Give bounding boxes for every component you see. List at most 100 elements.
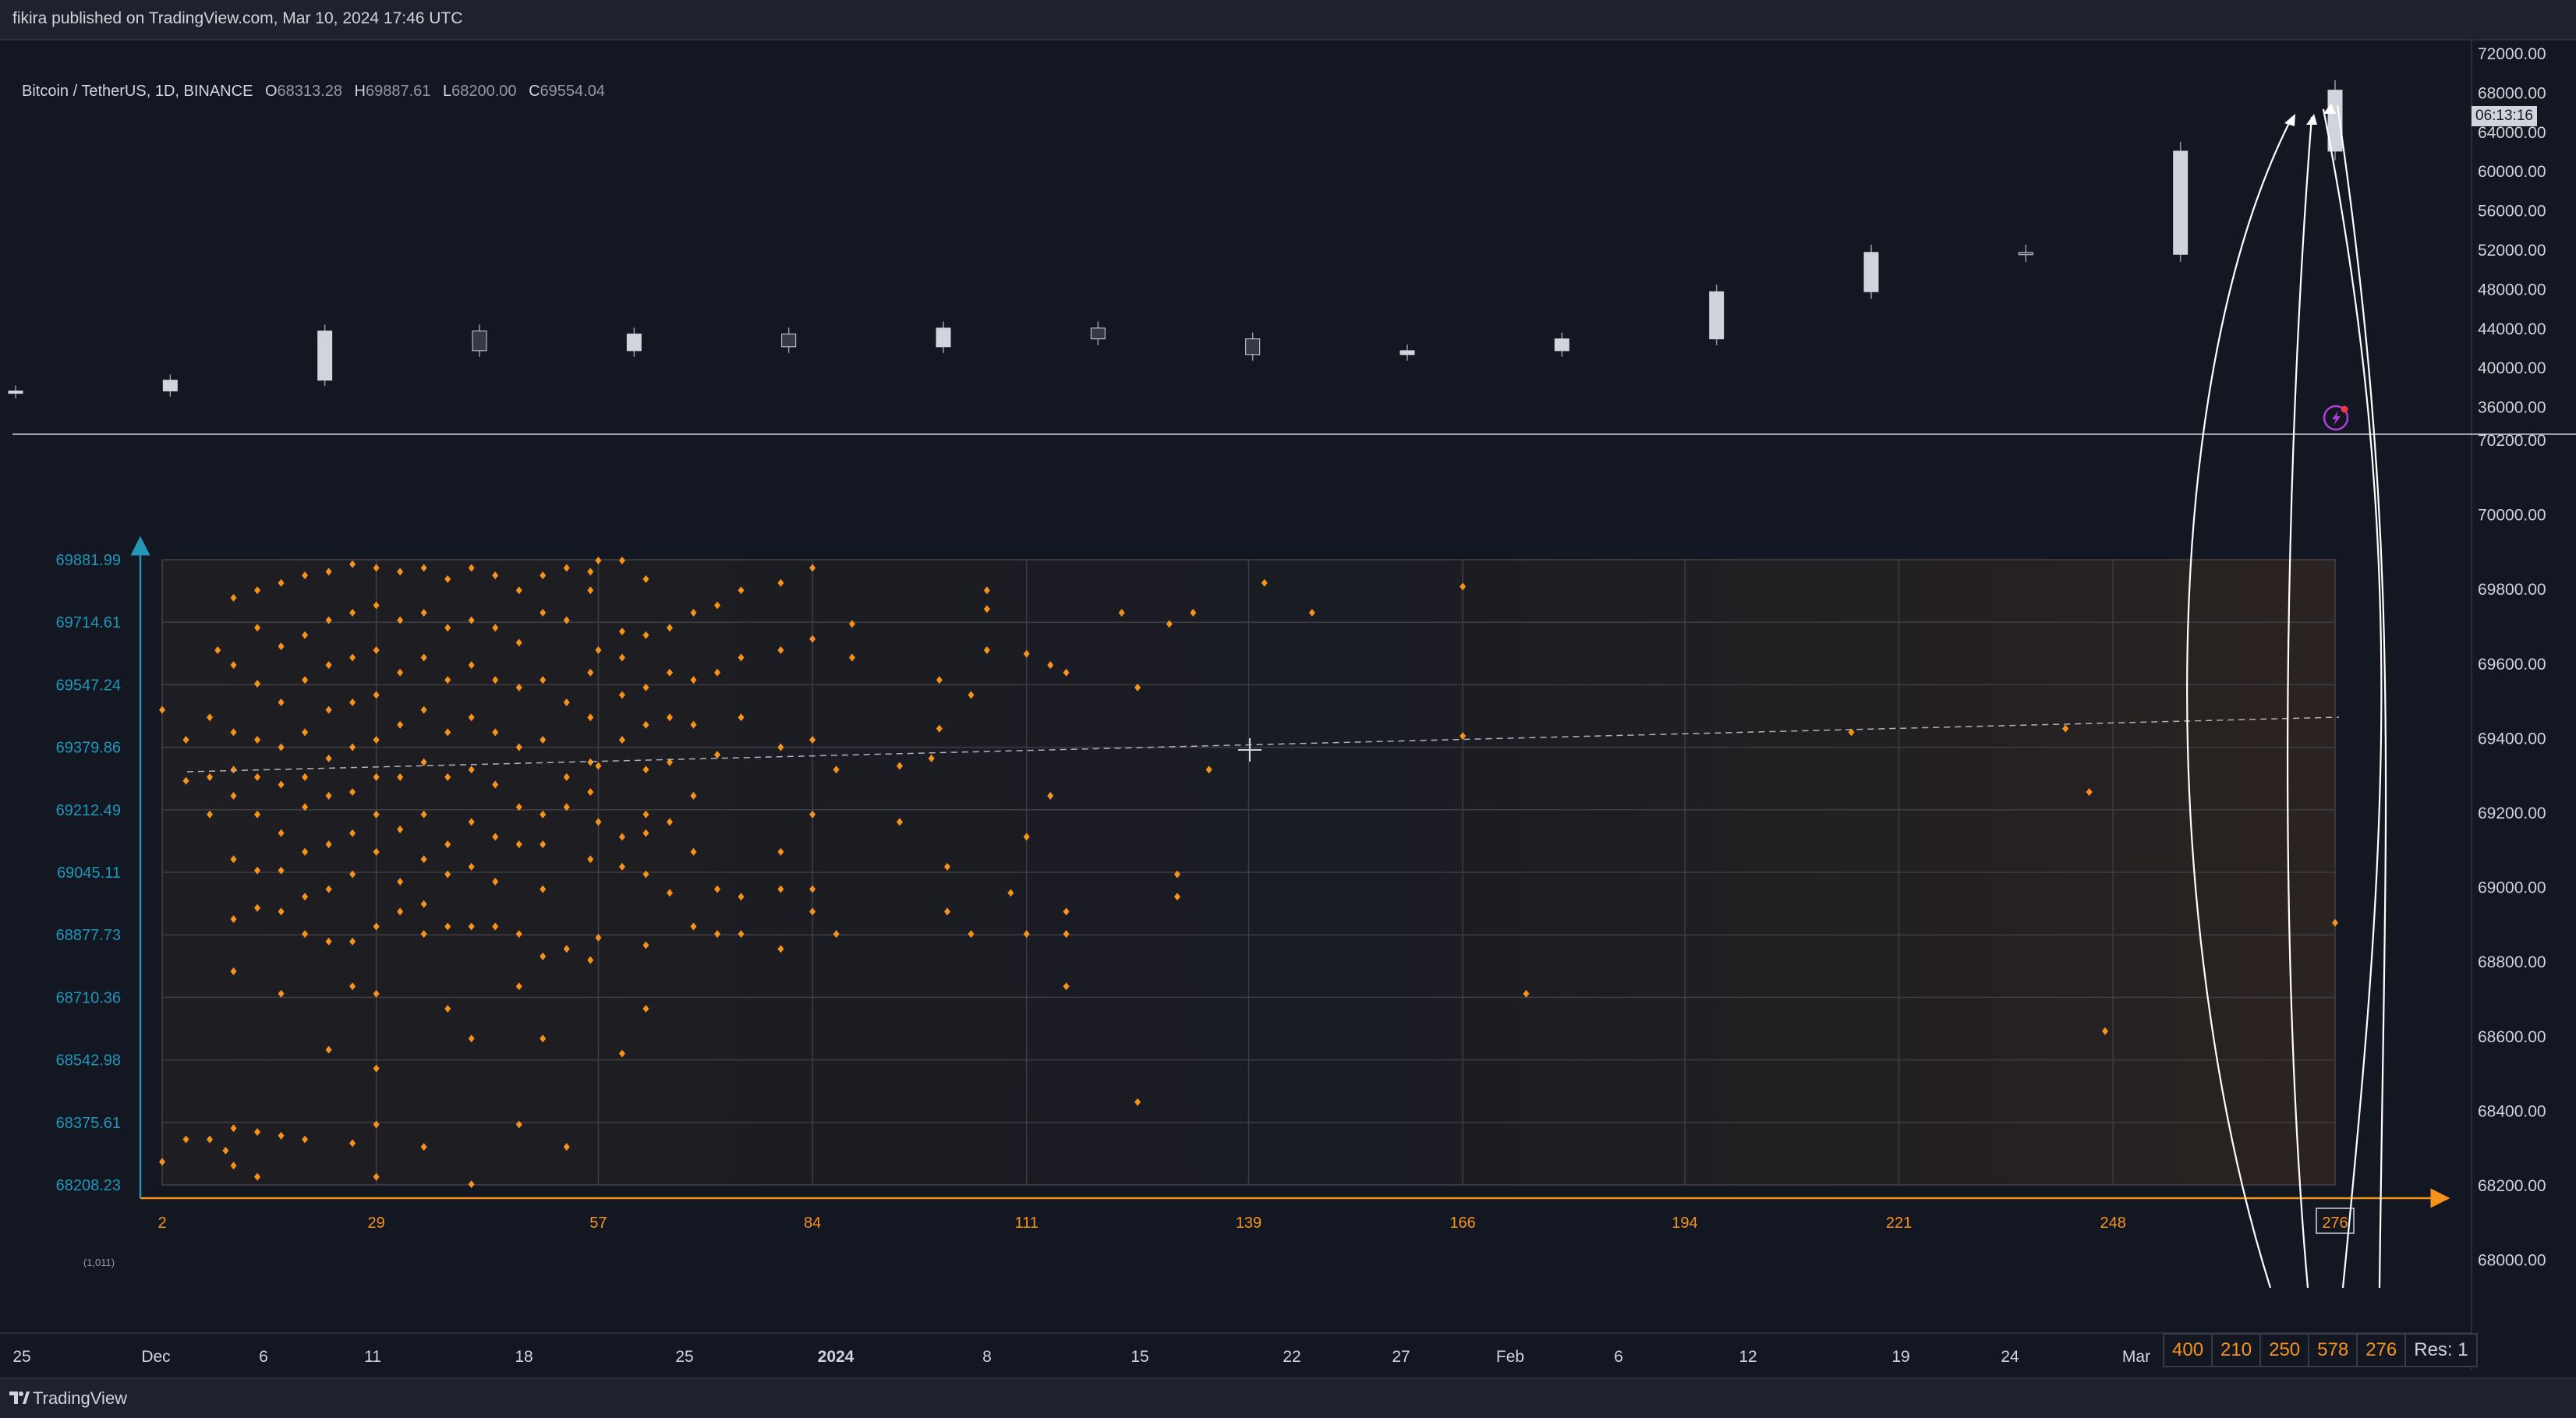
x-tick-label: 166 <box>1449 1215 1475 1232</box>
price-tick-label: 69200.00 <box>2478 804 2546 822</box>
time-tick-label: 11 <box>364 1348 381 1366</box>
candle-body <box>936 327 951 348</box>
time-tick-label: 15 <box>1131 1348 1148 1366</box>
price-tick-label: 60000.00 <box>2478 163 2546 181</box>
candle <box>1399 344 1415 361</box>
close-label: C <box>529 83 540 100</box>
time-tick-label: 8 <box>982 1348 992 1366</box>
publisher-bar: fikira published on TradingView.com, Mar… <box>0 0 2576 41</box>
candle-body <box>1709 291 1725 340</box>
symbol-legend[interactable]: Bitcoin / TetherUS, 1D, BINANCE O68313.2… <box>22 83 605 101</box>
candle-body <box>1554 338 1569 352</box>
open-value: 68313.28 <box>277 83 342 100</box>
small-label: (1,011) <box>83 1257 115 1268</box>
y-tick-label: 68375.61 <box>56 1115 121 1132</box>
price-tick-label: 48000.00 <box>2478 281 2546 299</box>
price-tick-label: 68000.00 <box>2478 84 2546 102</box>
candle <box>317 324 333 387</box>
y-tick-label: 69881.99 <box>56 552 121 569</box>
high-label: H <box>354 83 366 100</box>
candle-body <box>162 380 178 392</box>
countdown-timer: 06:13:16 <box>2472 106 2537 126</box>
price-tick-label: 52000.00 <box>2478 242 2546 260</box>
candle-body <box>472 331 487 352</box>
candle <box>1554 332 1569 357</box>
tradingview-brand: TradingView <box>33 1388 128 1408</box>
candle-body <box>8 391 23 394</box>
y-tick-label: 69379.86 <box>56 740 121 757</box>
price-axis-lower: 70200.00 70000.00 69800.00 69600.00 69400.00… <box>2478 432 2546 1270</box>
publisher-text: fikira published on TradingView.com, Mar… <box>12 9 463 27</box>
candle-body <box>2018 252 2033 256</box>
price-tick-label: 68000.00 <box>2478 1252 2546 1270</box>
stats-table: 400 210 250 578 276 Res: 1 <box>2163 1333 2478 1367</box>
price-tick-label: 68600.00 <box>2478 1028 2546 1046</box>
time-tick-label: 2024 <box>818 1348 855 1366</box>
time-tick-label: 25 <box>12 1348 30 1366</box>
footer-bar: TradingView <box>0 1377 2576 1418</box>
price-tick-label: 44000.00 <box>2478 320 2546 338</box>
price-tick-label: 70200.00 <box>2478 432 2546 450</box>
stat-res: Res: 1 <box>2414 1339 2468 1360</box>
x-tick-label: 84 <box>804 1215 821 1232</box>
price-axis-upper: 72000.00 68000.00 64000.00 60000.00 56000.00… <box>2478 45 2546 417</box>
price-tick-label: 36000.00 <box>2478 399 2546 417</box>
x-tick-label: 194 <box>1672 1215 1697 1232</box>
close-value: 69554.04 <box>540 83 605 100</box>
candle <box>626 327 642 357</box>
tradingview-logo-icon <box>9 1391 30 1404</box>
time-tick-label: Feb <box>1496 1348 1524 1366</box>
stat-value-1: 400 <box>2164 1335 2213 1366</box>
time-tick-label: 22 <box>1283 1348 1300 1366</box>
time-tick-label: 12 <box>1739 1348 1757 1366</box>
low-label: L <box>442 83 452 100</box>
candle-body <box>781 333 797 348</box>
stat-value-3: 250 <box>2261 1335 2310 1366</box>
y-tick-label: 69045.11 <box>57 865 121 882</box>
candle-body <box>1245 338 1261 355</box>
x-tick-label: 139 <box>1236 1215 1261 1232</box>
candle <box>1709 285 1725 345</box>
x-tick-label: 57 <box>589 1215 607 1232</box>
lightning-icon <box>2323 405 2349 431</box>
x-tick-label: 29 <box>368 1215 385 1232</box>
price-tick-label: 69800.00 <box>2478 581 2546 599</box>
y-tick-label: 68877.73 <box>56 927 121 944</box>
price-tick-label: 40000.00 <box>2478 359 2546 377</box>
candle <box>162 374 178 397</box>
time-axis: 25Dec611182520248152227Feb6121924Mar611 <box>12 1348 2365 1366</box>
time-tick-label: Dec <box>141 1348 170 1366</box>
x-tick-label: 2 <box>157 1215 166 1232</box>
candle <box>1863 244 1879 299</box>
x-tick-label: 111 <box>1014 1215 1038 1232</box>
time-tick-label: 24 <box>2001 1348 2019 1366</box>
candle <box>936 321 951 353</box>
time-tick-label: 25 <box>675 1348 693 1366</box>
candle <box>2018 244 2033 263</box>
price-tick-label: 69000.00 <box>2478 879 2546 897</box>
y-tick-label: 68208.23 <box>56 1177 121 1194</box>
price-tick-label: 72000.00 <box>2478 45 2546 63</box>
price-tick-label: 69600.00 <box>2478 656 2546 674</box>
time-tick-label: 27 <box>1392 1348 1410 1366</box>
y-tick-label: 68542.98 <box>56 1052 121 1070</box>
y-tick-label: 69212.49 <box>56 802 121 819</box>
chart-svg[interactable]: 72000.00 68000.00 64000.00 60000.00 56000.00… <box>0 39 2576 1377</box>
price-tick-label: 68400.00 <box>2478 1102 2546 1120</box>
price-tick-label: 69400.00 <box>2478 730 2546 748</box>
chart-area[interactable]: 72000.00 68000.00 64000.00 60000.00 56000.00… <box>0 39 2576 1377</box>
x-tick-label: 221 <box>1886 1215 1912 1232</box>
candle <box>472 324 487 357</box>
time-tick-label: 18 <box>515 1348 533 1366</box>
stat-value-2: 210 <box>2213 1335 2262 1366</box>
time-tick-label: Mar <box>2122 1348 2150 1366</box>
low-value: 68200.00 <box>451 83 517 100</box>
high-value: 69887.61 <box>365 83 431 100</box>
stat-value-5: 276 <box>2358 1335 2407 1366</box>
candle <box>1245 332 1261 361</box>
y-tick-label: 69714.61 <box>56 614 121 631</box>
candle-body <box>317 331 333 381</box>
candle-body <box>1399 350 1415 355</box>
candlestick-series <box>8 80 2343 399</box>
x-tick-label: 276 <box>2322 1215 2348 1232</box>
